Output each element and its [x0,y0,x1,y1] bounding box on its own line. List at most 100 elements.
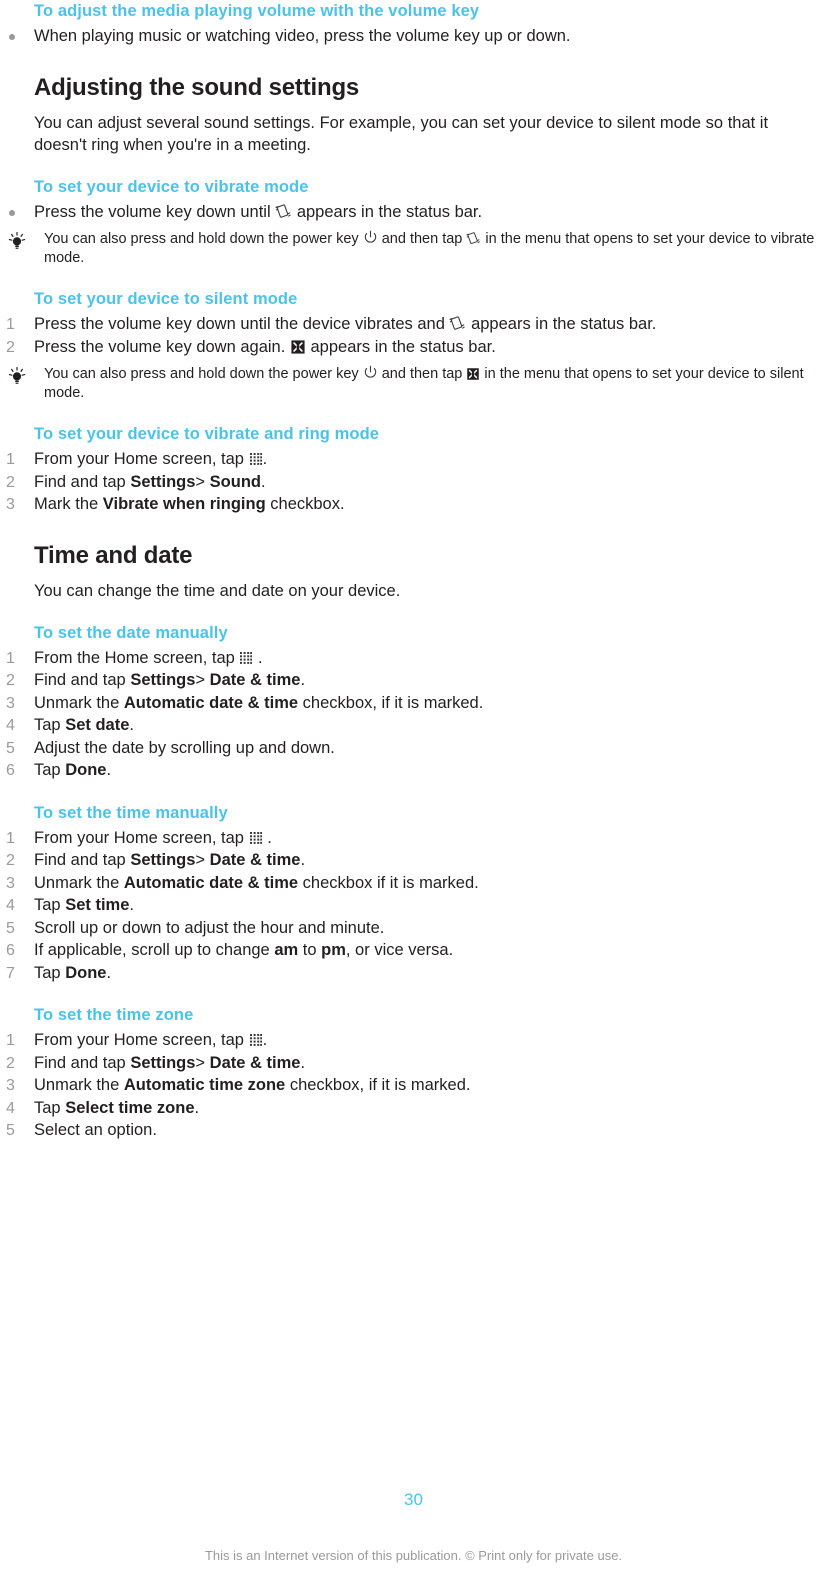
tip-silent-mode: You can also press and hold down the pow… [0,365,827,403]
ui-label-automatic-date-time: Automatic date & time [123,873,299,892]
list-item: 6 Tap Done. [0,760,827,782]
list-item: 5 Select an option. [0,1120,827,1142]
list-item-text: Tap [34,1098,61,1117]
list-item-text: Tap [34,963,61,982]
bullet-dot [9,209,15,216]
list-item-text-continued: . [262,1031,268,1049]
ui-label-select-time-zone: Select time zone [65,1098,195,1117]
ui-label-done: Done [65,761,107,779]
list-item: 2 Press the volume key down again. appea… [0,337,827,359]
list-item: 5 Adjust the date by scrolling up and do… [0,738,827,760]
step-number: 2 [6,338,15,356]
step-number: 5 [6,1122,15,1139]
list-item-text-end: checkbox if it is marked. [302,873,479,892]
path-separator: > [195,472,206,491]
app-grid-icon [239,651,253,665]
silent-mode-icon [466,367,480,381]
step-number: 1 [6,1032,15,1049]
ui-label-am: am [274,941,299,959]
tip-text-part-2: and then tap [381,366,463,382]
step-number: 4 [6,897,15,914]
step-number: 1 [6,451,15,468]
list-item-text: Unmark the [34,693,120,712]
list-item: 1 From the Home screen, tap . [0,648,827,670]
app-grid-icon [249,1033,263,1047]
step-number: 2 [6,473,15,491]
list-item-text: Unmark the [34,873,120,892]
step-number: 4 [6,717,15,734]
list-item-text-end: . [129,716,134,734]
list-item-text-end: . [129,896,134,914]
list-item-text-end: , or vice versa. [345,941,454,959]
step-number: 6 [6,762,15,779]
list-item: 1 Press the volume key down until the de… [0,314,827,336]
list-item: 1 From your Home screen, tap . [0,1030,827,1052]
list-set-date-manually: 1 From the Home screen, tap . 2 Find and… [0,648,827,782]
heading-vibrate-and-ring-mode: To set your device to vibrate and ring m… [34,425,380,443]
ui-path-settings: Settings [130,671,196,689]
list-item: 1 From your Home screen, tap . [0,449,827,471]
list-item-text-end: . [300,851,306,869]
lightbulb-tip-icon [6,366,28,388]
step-number: 6 [6,942,15,959]
list-item-text-end: . [300,671,306,689]
app-grid-icon [249,452,263,466]
power-key-icon [363,230,378,245]
heading-set-date-manually: To set the date manually [34,623,228,642]
heading-media-volume: To adjust the media playing volume with … [34,2,480,20]
list-item: 3 Unmark the Automatic time zone checkbo… [0,1075,827,1097]
list-set-time-zone: 1 From your Home screen, tap . 2 Find an… [0,1030,827,1142]
list-item: 5 Scroll up or down to adjust the hour a… [0,918,827,940]
step-number: 1 [6,649,15,667]
list-item-text-end: checkbox, if it is marked. [289,1076,471,1094]
ui-label-pm: pm [321,941,346,959]
list-vibrate-and-ring: 1 From your Home screen, tap . 2 Find an… [0,449,827,516]
list-item-text: From the Home screen, tap [34,648,235,667]
tip-text-part-1: You can also press and hold down the pow… [44,231,359,247]
step-number: 2 [6,672,15,689]
heading-time-and-date: Time and date [34,541,193,569]
tip-text-part-2: and then tap [381,231,463,247]
list-item: 3 Unmark the Automatic date & time check… [0,693,827,715]
list-item-text: Tap [34,896,61,914]
heading-set-time-zone: To set the time zone [34,1006,194,1024]
list-item-text-end: checkbox, if it is marked. [302,693,484,712]
heading-vibrate-mode: To set your device to vibrate mode [34,177,309,196]
list-item: 3 Mark the Vibrate when ringing checkbox… [0,494,827,516]
heading-silent-mode: To set your device to silent mode [34,290,298,308]
list-item-text-end: . [106,963,112,982]
path-separator: > [195,851,206,869]
list-item: 7 Tap Done. [0,963,827,985]
list-set-time-manually: 1 From your Home screen, tap . 2 Find an… [0,828,827,985]
list-item-text-end: . [194,1098,200,1117]
list-media-volume: When playing music or watching video, pr… [0,26,827,48]
ui-label-automatic-time-zone: Automatic time zone [123,1076,286,1094]
list-item-text: From your Home screen, tap [34,828,244,847]
list-item: 6 If applicable, scroll up to change am … [0,940,827,962]
footer-note: This is an Internet version of this publ… [204,1548,623,1563]
step-number: 3 [6,1077,15,1094]
step-number: 2 [6,852,15,869]
ui-path-settings: Settings [130,1053,196,1072]
document-page: To adjust the media playing volume with … [0,0,827,1590]
tip-text-part-1: You can also press and hold down the pow… [44,366,359,382]
list-item-text: Adjust the date by scrolling up and down… [34,738,335,757]
list-item-text: Tap [34,761,61,779]
list-item-text-continued: appears in the status bar. [310,337,496,356]
step-number: 5 [6,919,15,937]
ui-label-vibrate-when-ringing: Vibrate when ringing [102,495,266,513]
list-item-text-end: . [106,761,112,779]
ui-path-settings: Settings [130,472,196,491]
silent-mode-icon [290,339,306,355]
list-item: 2 Find and tap Settings> Date & time. [0,850,827,872]
list-item-text: Press the volume key down until the devi… [34,315,445,333]
step-number: 3 [6,694,15,712]
vibrate-icon [275,203,292,220]
list-item: 2 Find and tap Settings> Date & time. [0,1053,827,1075]
ui-label-automatic-date-time: Automatic date & time [123,693,299,712]
list-item-text: Find and tap [34,1053,126,1072]
vibrate-icon [466,231,481,246]
list-item-text-continued: . [262,450,268,468]
list-item-text-continued: . [258,648,263,667]
paragraph-time-and-date-intro: You can change the time and date on your… [34,581,401,600]
